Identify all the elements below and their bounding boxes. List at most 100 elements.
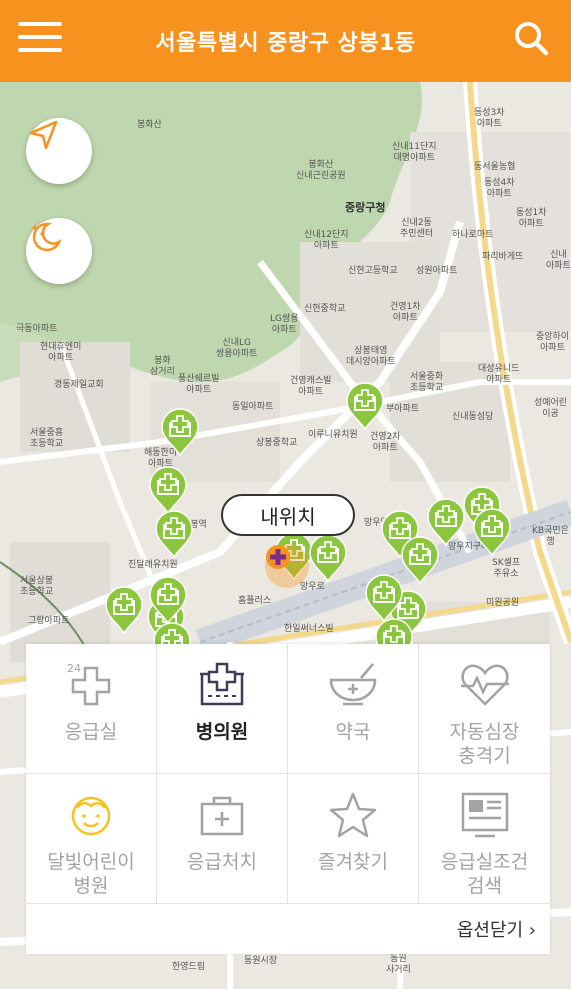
map-label: 신내11단지 대명아파트 (392, 142, 437, 163)
map-label: 봉화 삼거리 (150, 356, 175, 377)
map-label: 중랑구청 (345, 201, 386, 214)
category-favorites[interactable]: 즐겨찾기 (288, 774, 419, 904)
map-label: 서울중흥 초등학교 (30, 428, 64, 449)
map-label: 신내12단지 아파트 (304, 230, 349, 251)
hospital-pin[interactable] (104, 586, 144, 634)
map-label: 신내2동 주민센터 (400, 218, 434, 239)
my-location-cross-icon (266, 545, 290, 569)
map-label: 극동아파트 (16, 324, 58, 334)
map-label: 부아파트 (386, 404, 420, 414)
menu-button[interactable] (18, 22, 62, 58)
map-label: 경동제일교회 (54, 380, 104, 390)
category-first-aid[interactable]: 응급처치 (157, 774, 288, 904)
map-label: 그랑아파트 (28, 616, 70, 626)
category-label: 약국 (335, 721, 371, 743)
hospital-pin-icon (161, 408, 199, 456)
category-moonlight-child[interactable]: 달빛어린이 병원 (26, 774, 157, 904)
map-label: 동원 사거리 (386, 954, 411, 975)
map-label: SK셀프 주유소 (492, 558, 521, 579)
hospital-pin-icon (149, 576, 187, 624)
category-label: 응급실 (64, 721, 118, 743)
hospital-pin[interactable] (426, 498, 466, 546)
hospital-pin[interactable] (148, 576, 188, 624)
map-label: 성원아파트 (416, 266, 458, 276)
hospital-pin-icon (346, 382, 384, 430)
map-label: 건영2차 아파트 (370, 432, 401, 453)
svg-text:24: 24 (67, 662, 81, 675)
map-label: 건영캐스빌 아파트 (290, 376, 332, 397)
map-label: 봉화산 신내근린공원 (296, 160, 346, 181)
map-label: 성예어린이공 (533, 398, 568, 419)
category-label: 응급실조건 검색 (440, 851, 529, 897)
map-label: 대성유니드 아파트 (478, 364, 520, 385)
24-hour-cross-icon: 24 (67, 662, 111, 706)
map-label: 현대휴엔미 아파트 (40, 342, 82, 363)
hospital-pin-icon (149, 466, 187, 514)
map-label: 홈플러스 (238, 596, 272, 606)
pharmacy-bowl-icon (329, 663, 377, 706)
navigate-button[interactable] (26, 118, 92, 184)
category-er[interactable]: 24 응급실 (26, 644, 157, 774)
hospital-pin[interactable] (154, 510, 194, 558)
heart-pulse-icon (460, 664, 509, 706)
first-aid-kit-icon (200, 796, 244, 836)
map-label: 신현중학교 (304, 304, 346, 314)
map-label: 서울중화 초등학교 (410, 372, 444, 393)
my-location-label[interactable]: 내위치 (221, 494, 355, 536)
map-label: 하나로마트 (452, 230, 494, 240)
map-label: 동원시장 (244, 956, 278, 966)
child-face-icon (71, 796, 111, 836)
map-label: KB국민은행 (532, 526, 569, 547)
hospital-pin[interactable] (160, 408, 200, 456)
category-label: 병의원 (195, 721, 249, 743)
map-label: 미원공원 (486, 598, 520, 608)
map-label: 동성3차 아파트 (474, 108, 505, 129)
category-label: 응급처치 (187, 851, 257, 873)
my-location-marker[interactable] (265, 544, 309, 588)
category-hospital[interactable]: 병의원 (157, 644, 288, 774)
er-condition-search-icon (461, 792, 508, 838)
hamburger-line (18, 22, 62, 26)
search-icon[interactable] (513, 20, 549, 56)
hospital-pin-icon (155, 510, 193, 558)
hospital-pin-icon (105, 586, 143, 634)
hospital-pin-icon (473, 508, 511, 556)
hospital-pin[interactable] (472, 508, 512, 556)
map-label: 동일아파트 (232, 402, 274, 412)
category-panel: 24 응급실 병의원 약국 자동심장 충격기 달빛어린이 병원 응급처치 즐겨찾… (26, 644, 550, 954)
map-label: 파리바게뜨 (482, 252, 524, 262)
map-label: 신내 아파트 (546, 250, 571, 271)
hospital-pin-icon (427, 498, 465, 546)
category-label: 자동심장 충격기 (449, 721, 520, 767)
category-label: 즐겨찾기 (318, 851, 388, 873)
hamburger-line (18, 48, 62, 52)
map-label: 중앙하이 아파트 (536, 332, 570, 353)
map-label: LG쌍용 아파트 (270, 314, 299, 335)
map-label: 신내LG 쌍용아파트 (216, 338, 258, 359)
night-mode-button[interactable] (26, 218, 92, 284)
category-aed[interactable]: 자동심장 충격기 (419, 644, 550, 774)
category-label: 달빛어린이 병원 (47, 851, 135, 897)
close-options-button[interactable]: 옵션닫기 › (457, 916, 536, 942)
category-er-condition-search[interactable]: 응급실조건 검색 (419, 774, 550, 904)
map-label: 건영1차 아파트 (390, 302, 421, 323)
map-label: 한영드림 (172, 962, 206, 972)
night-mode-icon (31, 222, 62, 252)
map-label: 망우로 (300, 582, 325, 592)
hospital-pin[interactable] (364, 574, 404, 622)
category-pharmacy[interactable]: 약국 (288, 644, 419, 774)
map-label: 서울상봉 초등학교 (20, 576, 54, 597)
map-label: 한일써너스빌 (284, 624, 334, 634)
map-label: 풍산쉐르빌 아파트 (178, 374, 220, 395)
map-label: 동성1차 아파트 (516, 208, 547, 229)
map-label: 상봉태영 데시앙아파트 (346, 346, 396, 367)
map-label: 동서울농협 (474, 162, 516, 172)
hospital-pin-icon (365, 574, 403, 622)
hospital-pin[interactable] (148, 466, 188, 514)
hospital-icon (200, 662, 244, 706)
star-icon (329, 792, 377, 838)
hospital-pin[interactable] (308, 534, 348, 582)
hospital-pin[interactable] (345, 382, 385, 430)
map-label: 신현고등학교 (348, 266, 398, 276)
map-label: 신내동성당 (452, 412, 494, 422)
